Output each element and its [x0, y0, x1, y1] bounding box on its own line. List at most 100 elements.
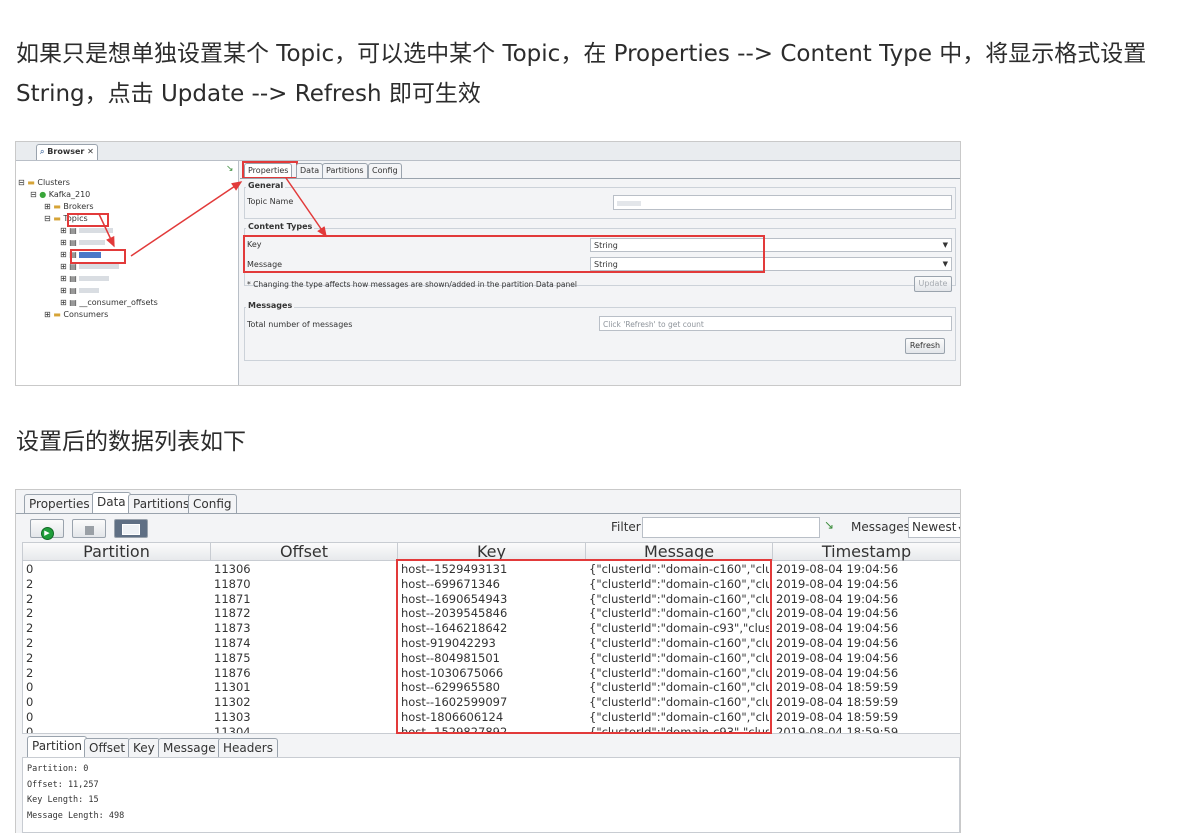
table-cell: {"clusterId":"domain-c160","cluster...: [589, 606, 769, 621]
table-cell: host--699671346: [401, 576, 500, 591]
play-icon: ▶: [40, 527, 54, 540]
table-cell: host--1690654943: [401, 591, 508, 606]
table-cell: 11875: [214, 650, 251, 665]
table-cell: 11303: [214, 710, 251, 724]
table-cell: host-1030675066: [401, 665, 504, 680]
tab-label: Partition: [32, 739, 83, 753]
table-cell: 2019-08-04 19:04:56: [776, 665, 899, 680]
list-view-icon: [122, 524, 140, 535]
tab-label: Offset: [89, 741, 126, 755]
table-row[interactable]: 2 11872 host--2039545846 {"clusterId":"doma…: [23, 606, 960, 621]
table-row[interactable]: 2 11871 host--1690654943 {"clusterId":"doma…: [23, 591, 960, 607]
table-row[interactable]: 2 11876 host-1030675066 {"clusterId":"domai…: [23, 665, 960, 681]
detail-line: Partition: 0: [27, 764, 89, 774]
table-cell: {"clusterId":"domain-c160","cluster...: [589, 591, 769, 606]
table-cell: 11870: [214, 576, 251, 591]
table-cell: 11872: [214, 606, 251, 621]
table-cell: host--629965580: [401, 680, 500, 695]
column-header-message[interactable]: Message: [586, 543, 773, 561]
table-row[interactable]: 0 11302 host--1602599097 {"clusterId":"doma…: [23, 695, 960, 710]
table-row[interactable]: 2 11875 host--804981501 {"clusterId":"domai…: [23, 650, 960, 666]
column-header-partition[interactable]: Partition: [23, 543, 211, 561]
table-cell: 2019-08-04 18:59:59: [776, 724, 899, 734]
column-header-key[interactable]: Key: [398, 543, 586, 561]
table-cell: {"clusterId":"domain-c160","cluster...: [589, 665, 769, 680]
table-cell: 11301: [214, 680, 251, 695]
table-cell: 2019-08-04 19:04:56: [776, 636, 899, 650]
table-cell: host--1529827892: [401, 724, 508, 734]
table-cell: {"clusterId":"domain-c160","cluster...: [589, 680, 769, 695]
tab-partitions[interactable]: Partitions: [128, 494, 195, 513]
table-cell: 11873: [214, 621, 251, 636]
detail-panel: Partition: 0 Offset: 11,257 Key Length: …: [22, 757, 960, 833]
table-cell: 2019-08-04 19:04:56: [776, 621, 899, 636]
screenshot-data-list: Properties Data Partitions Config ▶ Filt…: [15, 489, 961, 833]
tab-label: Properties: [29, 497, 90, 511]
detail-tab-partition[interactable]: Partition: [27, 736, 88, 757]
table-cell: 2019-08-04 19:04:56: [776, 606, 899, 621]
table-cell: 0: [26, 710, 34, 724]
stop-button[interactable]: [72, 519, 106, 538]
table-cell: 11306: [214, 562, 251, 576]
detail-tab-key[interactable]: Key: [128, 738, 160, 757]
table-cell: {"clusterId":"domain-c160","cluster...: [589, 710, 769, 724]
table-cell: 2019-08-04 18:59:59: [776, 680, 899, 695]
table-cell: 2: [26, 650, 34, 665]
tab-label: Key: [133, 741, 155, 755]
article-line-2: String，点击 Update --> Refresh 即可生效: [16, 81, 481, 107]
table-cell: 2019-08-04 18:59:59: [776, 710, 899, 724]
table-cell: {"clusterId":"domain-c160","cluster...: [589, 695, 769, 710]
table-cell: 2: [26, 665, 34, 680]
table-row[interactable]: 0 11304 host--1529827892 {"clusterId":"doma…: [23, 724, 960, 734]
article-line-1: 如果只是想单独设置某个 Topic，可以选中某个 Topic，在 Propert…: [16, 41, 1147, 67]
table-cell: 2: [26, 621, 34, 636]
table-cell: 0: [26, 680, 34, 695]
messages-table: Partition Offset Key Message Timestamp 0…: [22, 542, 960, 734]
detail-line: Offset: 11,257: [27, 779, 99, 790]
article-line-3: 设置后的数据列表如下: [16, 429, 246, 455]
detail-line: Key Length: 15: [27, 795, 99, 805]
table-cell: 2019-08-04 19:04:56: [776, 562, 899, 576]
table-row[interactable]: 2 11870 host--699671346 {"clusterId":"domai…: [23, 576, 960, 592]
messages-select[interactable]: Newest▾: [908, 517, 960, 538]
table-cell: 2019-08-04 19:04:56: [776, 650, 899, 665]
list-view-button[interactable]: [114, 519, 148, 538]
table-cell: 11302: [214, 695, 251, 710]
table-cell: {"clusterId":"domain-c93","clusterN...: [589, 724, 769, 734]
table-row[interactable]: 2 11873 host--1646218642 {"clusterId":"doma…: [23, 621, 960, 636]
refresh-arrow-icon[interactable]: ↘: [824, 518, 834, 532]
column-header-timestamp[interactable]: Timestamp: [773, 542, 960, 561]
play-button[interactable]: ▶: [30, 519, 64, 540]
filter-label: Filter: [611, 520, 641, 534]
chevron-down-icon: ▾: [959, 524, 960, 533]
table-cell: 0: [26, 695, 34, 710]
table-cell: {"clusterId":"domain-c93","clusterN...: [589, 621, 769, 636]
detail-tab-offset[interactable]: Offset: [84, 738, 131, 757]
table-cell: {"clusterId":"domain-c160","cluster...: [589, 562, 769, 576]
column-header-label: Timestamp: [821, 542, 912, 561]
table-cell: 2: [26, 606, 34, 621]
tab-properties[interactable]: Properties: [24, 494, 95, 513]
table-row[interactable]: 0 11301 host--629965580 {"clusterId":"domai…: [23, 680, 960, 695]
column-header-offset[interactable]: Offset: [211, 543, 398, 561]
tab-label: Data: [97, 495, 126, 509]
detail-tab-headers[interactable]: Headers: [218, 738, 278, 757]
tab-data[interactable]: Data: [92, 492, 131, 513]
annotation-arrows: [98, 177, 327, 257]
table-cell: 2: [26, 576, 34, 591]
detail-tab-message[interactable]: Message: [158, 738, 221, 757]
screenshot-properties: ⌕ Browser ✕ ↘ ⊟ ▬ Clusters ⊟ ● Kafka_210…: [15, 141, 961, 386]
messages-label: Messages: [851, 520, 910, 534]
filter-input[interactable]: [642, 517, 820, 538]
tab-label: Config: [193, 497, 232, 511]
table-cell: 0: [26, 562, 34, 576]
table-cell: host--2039545846: [401, 606, 508, 621]
table-row[interactable]: 0 11303 host-1806606124 {"clusterId":"domai…: [23, 710, 960, 725]
table-cell: host--804981501: [401, 650, 500, 665]
table-row[interactable]: 0 11306 host--1529493131 {"clusterId":"doma…: [23, 562, 960, 577]
table-cell: 2019-08-04 18:59:59: [776, 695, 899, 710]
tab-config[interactable]: Config: [188, 494, 237, 513]
column-header-label: Message: [643, 542, 715, 561]
stop-icon: [84, 526, 94, 535]
table-row[interactable]: 2 11874 host-919042293 {"clusterId":"domain…: [23, 636, 960, 651]
